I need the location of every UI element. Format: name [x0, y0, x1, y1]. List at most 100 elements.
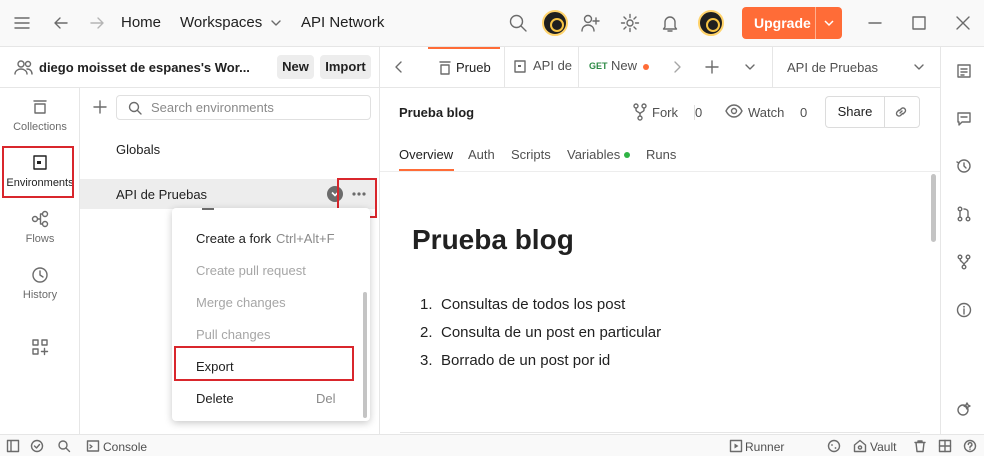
- list-number: 3.: [420, 352, 433, 369]
- upgrade-button[interactable]: Upgrade: [742, 7, 842, 39]
- globals-item[interactable]: Globals: [116, 142, 160, 157]
- tab-label: Prueb: [456, 60, 491, 75]
- document-title: Prueba blog: [412, 224, 574, 255]
- search-environments-input[interactable]: Search environments: [116, 95, 371, 120]
- trash-icon[interactable]: [913, 439, 927, 453]
- tab-list-chevron-icon[interactable]: [744, 61, 756, 73]
- menu-icon[interactable]: [13, 15, 31, 31]
- fork-label: Fork: [652, 105, 678, 120]
- tab-prueba-blog[interactable]: Prueb: [428, 47, 500, 87]
- tab-variables[interactable]: Variables: [567, 147, 620, 162]
- new-button[interactable]: New: [277, 55, 314, 79]
- new-tab-icon[interactable]: [704, 59, 720, 75]
- sidebar-item-collections[interactable]: Collections: [0, 98, 80, 133]
- list-item: 3. Borrado de un post por id: [420, 352, 610, 369]
- workspace-name[interactable]: diego moisset de espanes's Wor...: [39, 60, 250, 75]
- menu-scroll-remnant: [202, 208, 214, 210]
- unsaved-dot-icon: [643, 64, 649, 70]
- online-status-icon[interactable]: [30, 439, 44, 453]
- menu-item-pull-changes: Pull changes: [196, 327, 271, 342]
- menu-item-shortcut: Del: [316, 391, 336, 406]
- link-icon[interactable]: [893, 104, 909, 120]
- add-environment-icon[interactable]: [92, 99, 108, 115]
- documentation-icon[interactable]: [956, 63, 972, 79]
- api-network-link[interactable]: API Network: [301, 14, 384, 31]
- forks-icon[interactable]: [956, 254, 972, 270]
- list-item: 2. Consulta de un post en particular: [420, 324, 661, 341]
- list-text: Consulta de un post en particular: [441, 324, 662, 341]
- tab-auth[interactable]: Auth: [468, 147, 495, 162]
- tab-bar: Prueb API de GET New API de Pruebas: [380, 47, 940, 88]
- share-button[interactable]: Share: [826, 97, 884, 127]
- list-number: 1.: [420, 296, 433, 313]
- sidebar-item-label: Flows: [25, 233, 55, 245]
- minimize-window-icon[interactable]: [867, 15, 883, 31]
- assistant-icon[interactable]: [956, 401, 972, 417]
- home-link[interactable]: Home: [121, 14, 161, 31]
- variables-status-dot: [624, 152, 630, 158]
- fork-count: 0: [694, 105, 703, 120]
- cookies-icon[interactable]: [827, 439, 841, 453]
- sidebar-item-flows[interactable]: Flows: [0, 210, 80, 245]
- list-item: 1. Consultas de todos los post: [420, 296, 625, 313]
- chevron-down-icon[interactable]: [823, 17, 835, 29]
- configure-sidebar-icon[interactable]: [31, 338, 49, 356]
- toggle-sidebar-icon[interactable]: [6, 439, 20, 453]
- highlight-export: [174, 346, 354, 381]
- collection-icon: [439, 61, 451, 75]
- search-placeholder: Search environments: [151, 100, 274, 115]
- help-icon[interactable]: [963, 439, 977, 453]
- back-arrow-icon[interactable]: [52, 14, 70, 32]
- workspace-header: diego moisset de espanes's Wor... New Im…: [0, 47, 380, 88]
- upgrade-label: Upgrade: [754, 15, 811, 31]
- share-group: Share: [825, 96, 920, 128]
- maximize-window-icon[interactable]: [911, 15, 927, 31]
- import-button[interactable]: Import: [320, 55, 371, 79]
- status-bar: Console Runner Vault: [0, 434, 984, 456]
- search-icon[interactable]: [508, 13, 528, 33]
- divider: [400, 432, 920, 433]
- comments-icon[interactable]: [956, 111, 972, 127]
- menu-item-shortcut: Ctrl+Alt+F: [276, 231, 335, 246]
- bell-icon[interactable]: [660, 13, 680, 33]
- find-icon[interactable]: [57, 439, 71, 453]
- invite-user-icon[interactable]: [580, 13, 600, 33]
- menu-item-label: Create a fork: [196, 231, 272, 246]
- avatar[interactable]: [542, 10, 568, 36]
- tab-runs[interactable]: Runs: [646, 147, 676, 162]
- tab-new-request[interactable]: GET New: [578, 47, 658, 87]
- list-text: Consultas de todos los post: [441, 296, 626, 313]
- workspaces-menu[interactable]: Workspaces: [180, 14, 282, 31]
- gear-icon[interactable]: [620, 13, 640, 33]
- list-text: Borrado de un post por id: [441, 352, 611, 369]
- menu-item-create-pull-request: Create pull request: [196, 263, 306, 278]
- collection-subtabs: Overview Auth Scripts Variables Runs: [380, 136, 940, 172]
- sidebar-item-label: Collections: [13, 121, 67, 133]
- fork-icon: [633, 103, 647, 121]
- tab-label: API de: [533, 58, 573, 73]
- vault-label: Vault: [870, 440, 897, 454]
- pull-requests-icon[interactable]: [956, 206, 972, 222]
- environment-icon: [514, 60, 526, 73]
- menu-scrollbar[interactable]: [363, 292, 367, 418]
- avatar[interactable]: [698, 10, 724, 36]
- tab-api-de-pruebas[interactable]: API de: [504, 47, 574, 87]
- list-item-api-de-pruebas[interactable]: API de Pruebas: [80, 179, 376, 209]
- collection-title: Prueba blog: [399, 105, 475, 120]
- tabs-scroll-right-icon[interactable]: [670, 60, 684, 74]
- changelog-icon[interactable]: [956, 158, 972, 174]
- collections-icon: [33, 100, 47, 114]
- environment-selector[interactable]: API de Pruebas: [772, 47, 940, 87]
- tabs-scroll-left-icon[interactable]: [392, 60, 406, 74]
- forward-arrow-icon[interactable]: [88, 14, 106, 32]
- close-window-icon[interactable]: [955, 15, 971, 31]
- sidebar-item-label: History: [22, 289, 58, 301]
- layout-icon[interactable]: [938, 439, 952, 453]
- sidebar-item-history[interactable]: History: [0, 266, 80, 301]
- overview-content: Prueba blog 1. Consultas de todos los pos…: [380, 172, 940, 434]
- tab-scripts[interactable]: Scripts: [511, 147, 551, 162]
- info-icon[interactable]: [956, 302, 972, 318]
- content-scrollbar[interactable]: [931, 174, 936, 242]
- tab-overview[interactable]: Overview: [399, 147, 453, 162]
- top-bar: Home Workspaces API Network Upgrade: [0, 0, 984, 47]
